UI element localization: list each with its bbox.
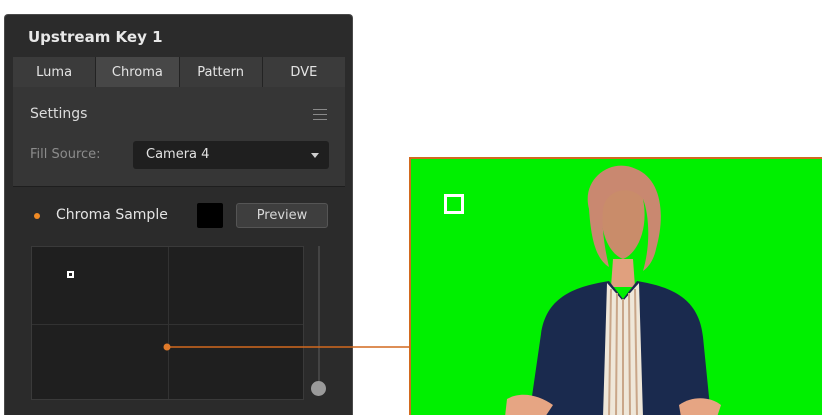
connector-line xyxy=(163,343,409,351)
